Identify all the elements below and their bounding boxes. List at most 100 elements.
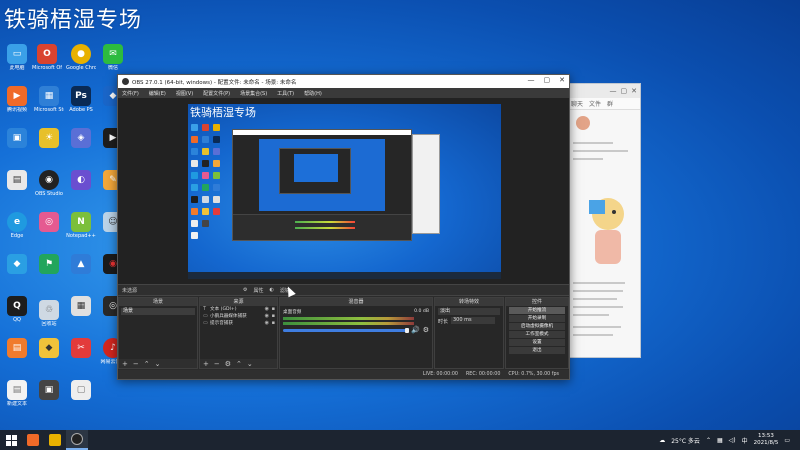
chevron-up-icon[interactable]: ⌃: [706, 437, 711, 444]
settings-button[interactable]: 设置: [509, 339, 565, 346]
desktop-icon-extra[interactable]: ⚑: [34, 254, 64, 290]
chat-tab[interactable]: 群: [607, 99, 613, 108]
desktop-icon-extra[interactable]: ▣: [34, 380, 64, 416]
add-icon[interactable]: +: [203, 360, 209, 368]
desktop-icon-extra[interactable]: ▣: [2, 128, 32, 164]
clock[interactable]: 13:53 2021/8/5: [754, 433, 779, 447]
scenes-panel-title: 场景: [119, 298, 197, 306]
duration-input[interactable]: 300 ms: [451, 317, 495, 324]
volume-slider-handle[interactable]: [405, 328, 409, 333]
network-icon[interactable]: ▦: [717, 437, 723, 444]
gear-icon[interactable]: ⚙: [243, 287, 247, 293]
remove-icon[interactable]: −: [214, 360, 220, 368]
source-item[interactable]: T 文本 (GDI+) ◉ ▪: [200, 306, 277, 313]
desktop-icon-extra[interactable]: ▦: [66, 296, 96, 332]
mini-desktop-icon: [202, 184, 209, 191]
desktop-icon-store[interactable]: ▦ Microsoft Store: [34, 86, 64, 122]
move-down-icon[interactable]: ⌄: [247, 360, 253, 368]
eye-icon[interactable]: ◉: [265, 320, 269, 327]
minimize-icon[interactable]: —: [528, 76, 535, 84]
obs-window[interactable]: OBS 27.0.1 (64-bit, windows) - 配置文件: 未命名…: [117, 74, 570, 380]
menu-help[interactable]: 帮助(H): [304, 90, 322, 97]
taskbar-app[interactable]: [22, 430, 44, 450]
transition-select[interactable]: 淡出 ⚙: [438, 308, 510, 315]
start-button[interactable]: [0, 430, 22, 450]
desktop-icon-extra[interactable]: ◐: [66, 170, 96, 206]
chat-line: [573, 306, 623, 308]
volume-icon[interactable]: ◁): [729, 437, 736, 444]
taskbar-app[interactable]: [44, 430, 66, 450]
start-recording-button[interactable]: 开始录制: [509, 315, 565, 322]
speaker-icon[interactable]: 🔊: [411, 326, 420, 334]
move-up-icon[interactable]: ⌃: [236, 360, 242, 368]
desktop-icon-obs[interactable]: ◉ OBS Studio: [34, 170, 64, 206]
desktop-icon-extra[interactable]: ◎: [34, 212, 64, 248]
preview-canvas[interactable]: 铁骑梧湿专场: [188, 104, 501, 279]
close-icon[interactable]: ✕: [631, 87, 637, 95]
ime-icon[interactable]: 中: [742, 436, 748, 445]
file-icon: ▤: [7, 380, 27, 400]
menu-tools[interactable]: 工具(T): [277, 90, 294, 97]
chat-tab[interactable]: 文件: [589, 99, 601, 108]
exit-button[interactable]: 退出: [509, 347, 565, 354]
desktop-icon-extra[interactable]: ▲: [66, 254, 96, 290]
close-icon[interactable]: ✕: [559, 76, 565, 84]
lock-icon[interactable]: ▪: [272, 320, 275, 327]
start-virtual-camera-button[interactable]: 启动虚拟摄像机: [509, 323, 565, 330]
menu-edit[interactable]: 编辑(E): [149, 90, 166, 97]
properties-button[interactable]: 属性: [254, 287, 264, 294]
desktop-icon-qq[interactable]: Q QQ: [2, 296, 32, 332]
desktop-icon-extra[interactable]: ▢: [66, 380, 96, 416]
studio-mode-button[interactable]: 工作室模式: [509, 331, 565, 338]
app-icon: ▣: [7, 128, 27, 148]
desktop-icon-chrome[interactable]: ● Google Chrome: [66, 44, 96, 80]
chat-line: [573, 326, 621, 328]
menu-profile[interactable]: 配置文件(P): [203, 90, 230, 97]
source-item[interactable]: ▭ 小鹅兵器媒体捕获 ◉ ▪: [200, 313, 277, 320]
lock-icon[interactable]: ▪: [272, 313, 275, 320]
eye-icon[interactable]: ◉: [265, 306, 269, 313]
menu-scene-collection[interactable]: 场景集合(S): [240, 90, 267, 97]
start-streaming-button[interactable]: 开始推流: [509, 307, 565, 314]
desktop-icon-extra[interactable]: ☀: [34, 128, 64, 164]
desktop-icon-extra[interactable]: ✂: [66, 338, 96, 374]
volume-slider[interactable]: [283, 329, 408, 332]
desktop-icon-notepad[interactable]: N Notepad++: [66, 212, 96, 248]
desktop-icon-video[interactable]: ▶ 腾讯视频: [2, 86, 32, 122]
menu-file[interactable]: 文件(F): [122, 90, 139, 97]
remove-icon[interactable]: −: [133, 360, 139, 368]
move-up-icon[interactable]: ⌃: [144, 360, 150, 368]
desktop-icon-this-pc[interactable]: ▭ 此电脑: [2, 44, 32, 80]
clock-date: 2021/8/5: [753, 440, 779, 446]
notification-icon[interactable]: ▭: [784, 437, 790, 444]
maximize-icon[interactable]: ▢: [621, 87, 628, 95]
desktop-icon-edge[interactable]: e Edge: [2, 212, 32, 248]
move-down-icon[interactable]: ⌄: [155, 360, 161, 368]
source-item[interactable]: ▭ 提示音捕获 ◉ ▪: [200, 320, 277, 327]
minimize-icon[interactable]: —: [610, 87, 617, 95]
gear-icon[interactable]: ⚙: [423, 326, 429, 334]
taskbar-app-obs[interactable]: [66, 430, 88, 450]
chat-window[interactable]: — ▢ ✕ 聊天 文件 群: [566, 83, 641, 358]
desktop-icon-recycle-bin[interactable]: ♲ 回收站: [34, 300, 64, 336]
chat-tab[interactable]: 聊天: [571, 99, 583, 108]
desktop-icon-extra[interactable]: ◈: [66, 128, 96, 164]
desktop-icon-extra[interactable]: ◆: [2, 254, 32, 290]
weather-icon[interactable]: ☁: [659, 437, 665, 444]
filter-icon[interactable]: ◐: [270, 287, 274, 293]
menu-view[interactable]: 视图(V): [176, 90, 193, 97]
gear-icon[interactable]: ⚙: [225, 360, 231, 368]
desktop-icon-photoshop[interactable]: Ps Adobe PS: [66, 86, 96, 122]
source-label: 小鹅兵器媒体捕获: [210, 314, 247, 319]
scene-item[interactable]: 场景: [121, 308, 195, 315]
add-icon[interactable]: +: [122, 360, 128, 368]
desktop-icon-extra[interactable]: ▤: [2, 338, 32, 374]
weather-text[interactable]: 25°C 多云: [671, 436, 700, 445]
desktop-icon-office[interactable]: O Microsoft Office: [32, 44, 62, 80]
desktop-icon-extra[interactable]: ▤: [2, 170, 32, 206]
lock-icon[interactable]: ▪: [272, 306, 275, 313]
desktop-icon-file[interactable]: ▤ 新建文本: [2, 380, 32, 416]
maximize-icon[interactable]: ▢: [544, 76, 551, 84]
desktop-icon-extra[interactable]: ◆: [34, 338, 64, 374]
eye-icon[interactable]: ◉: [265, 313, 269, 320]
